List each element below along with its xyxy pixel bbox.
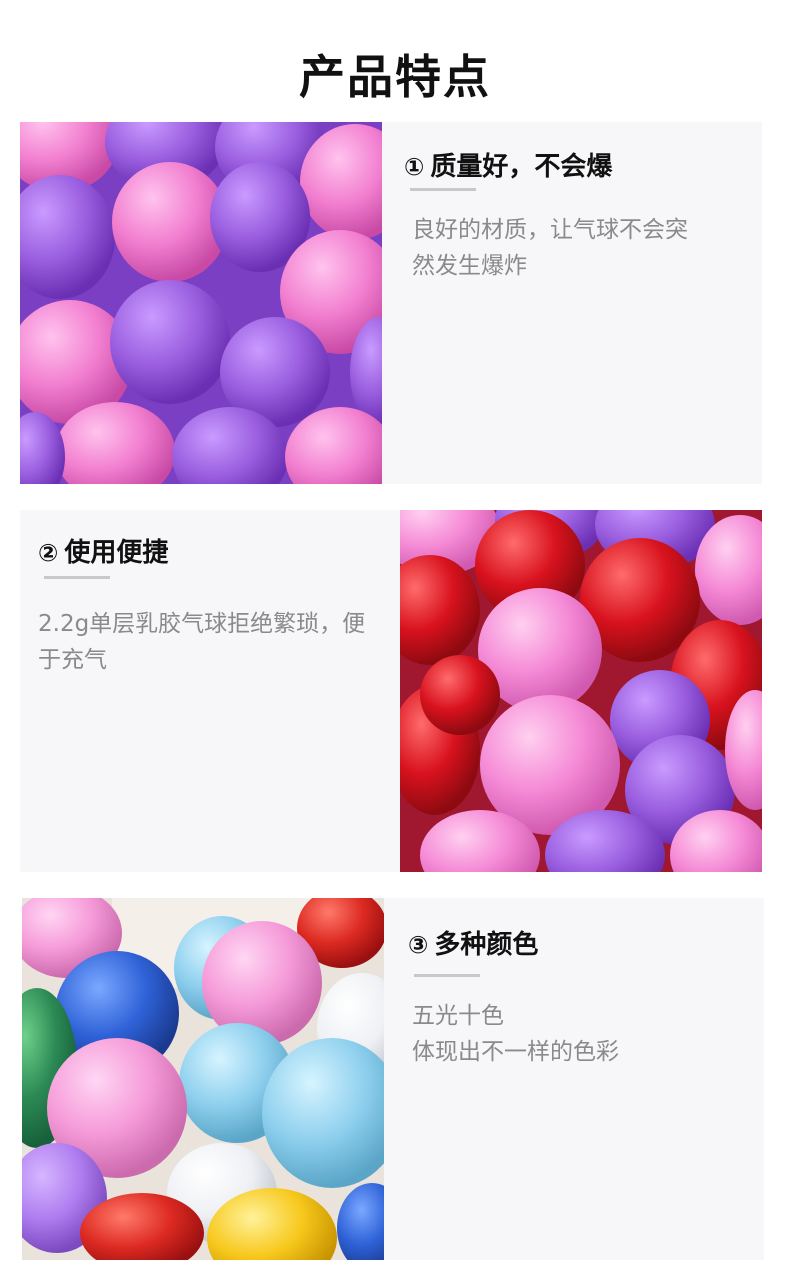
feature-title-text-1: 质量好，不会爆 (430, 152, 613, 182)
feature-description-3: 五光十色 体现出不一样的色彩 (412, 998, 742, 1070)
feature-description-line: 体现出不一样的色彩 (412, 1039, 619, 1065)
feature-description-line: 于充气 (38, 647, 107, 673)
balloons-pink-purple-image (20, 122, 382, 484)
feature-title-2: ② 使用便捷 (38, 536, 168, 570)
feature-title-text-3: 多种颜色 (434, 930, 539, 960)
feature-number-1: ① (404, 153, 425, 181)
balloons-red-pink-image (400, 510, 762, 872)
page-title: 产品特点 (299, 50, 491, 104)
feature-title-1: ① 质量好，不会爆 (404, 150, 612, 184)
feature-description-line: 2.2g单层乳胶气球拒绝繁琐，便 (38, 611, 366, 637)
balloons-multicolor-image (22, 898, 384, 1260)
feature-description-line: 五光十色 (412, 1003, 504, 1029)
feature-number-3: ③ (408, 931, 429, 959)
feature-title-text-2: 使用便捷 (64, 538, 169, 568)
feature-number-2: ② (38, 539, 59, 567)
feature-description-2: 2.2g单层乳胶气球拒绝繁琐，便 于充气 (38, 606, 388, 678)
title-underline-3 (414, 974, 480, 977)
feature-description-line: 良好的材质，让气球不会突 (412, 217, 688, 243)
feature-description-1: 良好的材质，让气球不会突 然发生爆炸 (412, 212, 742, 284)
feature-title-3: ③ 多种颜色 (408, 928, 538, 962)
title-underline-2 (44, 576, 110, 579)
title-underline-1 (410, 188, 476, 191)
feature-description-line: 然发生爆炸 (412, 253, 527, 279)
